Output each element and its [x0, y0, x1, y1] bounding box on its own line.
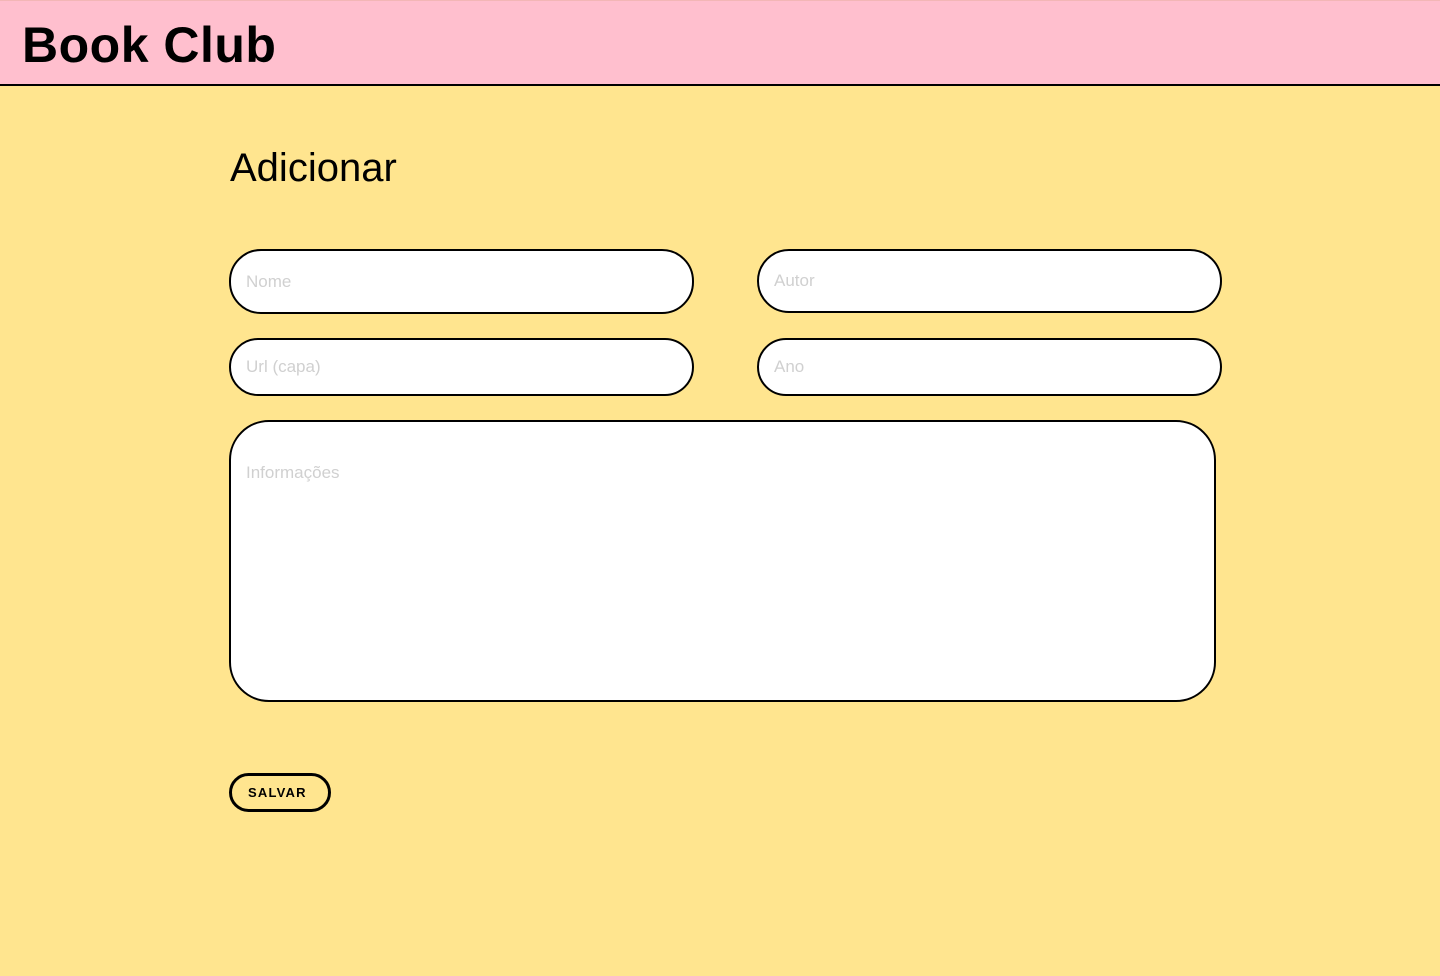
year-input[interactable]: [757, 338, 1222, 396]
brand-logo[interactable]: Book Club: [22, 15, 276, 75]
info-textarea[interactable]: [229, 420, 1216, 702]
page-title: Adicionar: [230, 146, 397, 190]
cover-url-input[interactable]: [229, 338, 694, 396]
name-input[interactable]: [229, 249, 694, 314]
top-bar: Book Club: [0, 0, 1440, 86]
author-input[interactable]: [757, 249, 1222, 313]
save-button[interactable]: SALVAR: [229, 773, 331, 812]
